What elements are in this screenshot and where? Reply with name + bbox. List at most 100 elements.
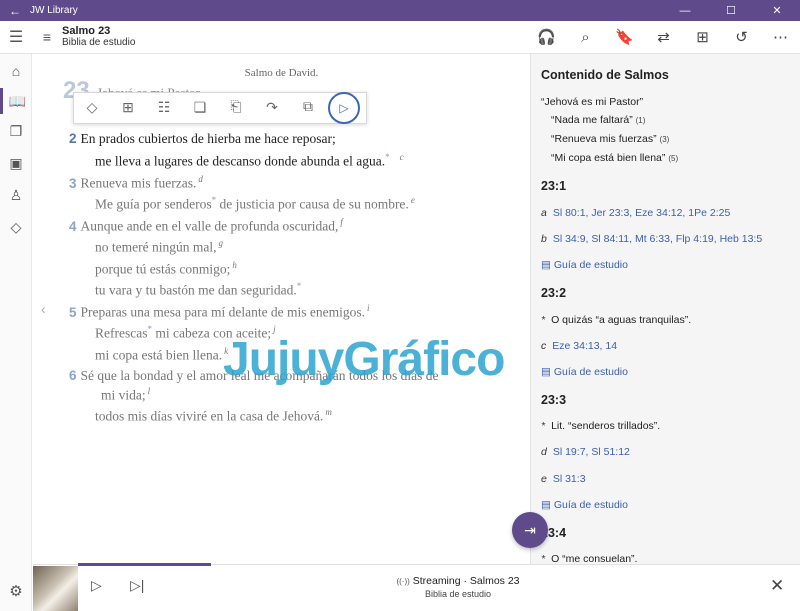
language-icon[interactable]: ⇄ [644,28,683,46]
home-icon[interactable]: ⌂ [0,58,32,84]
verse-3-line-2[interactable]: Me guía por senderos* de justicia por ca… [95,195,415,213]
add-note-icon[interactable]: ⊞ [110,100,146,117]
add-note-icon[interactable]: ⊞ [683,28,722,46]
bible-icon[interactable]: 📖 [0,88,32,114]
bookmark-icon[interactable]: 🔖 [605,28,644,46]
previous-chapter-arrow-icon[interactable]: ‹ [41,301,46,317]
study-guide-label: Guía de estudio [553,499,628,511]
now-playing-label: Streaming · Salmos 23 [412,575,520,587]
bible-reader: Salmo de David. 23 Jehová es mi Pastor. … [33,54,530,564]
verse-4-line-4[interactable]: tu vara y tu bastón me dan seguridad.* [95,281,301,299]
maximize-button[interactable]: ☐ [708,4,754,17]
toc-verse-ref: (5) [668,154,679,163]
verse-3-line-1[interactable]: 3 Renueva mis fuerzas. d [69,174,203,192]
search-icon[interactable]: ⌕ [566,29,605,46]
verse-2-line-2[interactable]: me lleva a lugares de descanso donde abu… [95,152,404,170]
verse-text: tu vara y tu bastón me dan seguridad. [95,282,297,298]
footnote-marker[interactable]: m [325,407,332,417]
verse-5-line-1[interactable]: 5 Preparas una mesa para mí delante de mi… [69,303,370,321]
study-guide-link[interactable]: ▤ Guía de estudio [541,499,628,511]
research-icon[interactable]: ❏ [182,100,218,117]
reference-links[interactable]: Eze 34:13, 14 [552,340,617,352]
footnote-marker[interactable]: l [148,386,151,396]
highlight-diamond-icon[interactable]: ◇ [74,100,110,117]
verse-text: no temeré ningún mal, [95,239,217,255]
play-button[interactable]: ▷ [91,577,102,594]
media-icon[interactable]: ▣ [0,150,32,176]
study-side-panel: Contenido de Salmos “Jehová es mi Pastor… [530,54,800,564]
more-options-icon[interactable]: ⋯ [761,28,800,46]
footnote-marker[interactable]: d [198,174,203,184]
verse-2-line-1[interactable]: 2 En prados cubiertos de hierba me hace r… [69,131,336,147]
verse-text: Preparas una mesa para mí delante de mis… [80,304,366,320]
compare-icon[interactable]: ☷ [146,100,182,117]
study-guide-icon: ▤ [541,259,551,271]
reference-links[interactable]: Sl 19:7, Sl 51:12 [553,446,630,458]
toc-item[interactable]: “Jehová es mi Pastor” [541,96,643,108]
verse-number: 5 [69,304,77,320]
verse-5-line-3[interactable]: mi copa está bien llena. k [95,346,228,364]
footnote-marker[interactable]: f [340,217,343,227]
toc-item[interactable]: “Mi copa está bien llena” (5) [551,152,678,164]
footnote-marker[interactable]: g [218,238,223,248]
play-icon[interactable]: ▷ [328,92,360,124]
collapse-panel-button[interactable]: ⇥ [512,512,548,548]
copy-icon[interactable]: ⧉ [290,100,326,116]
verse-number: 6 [69,368,77,383]
back-arrow-icon[interactable]: ← [0,4,30,18]
toc-verse-ref: (1) [635,116,646,125]
hamburger-menu-icon[interactable]: ☰ [0,27,32,47]
publications-icon[interactable]: ❐ [0,118,32,144]
personal-study-icon[interactable]: ◇ [0,214,32,240]
study-guide-label: Guía de estudio [553,259,628,271]
asterisk-marker: * [541,420,546,432]
reference-links[interactable]: Sl 80:1, Jer 23:3, Eze 34:12, 1Pe 2:25 [553,207,730,219]
verse-6-line-2[interactable]: mi vida; l [101,386,150,404]
page-title: Salmo 23 [62,25,111,37]
cross-reference-d[interactable]: d Sl 19:7, Sl 51:12 [541,446,630,458]
page-subtitle: Biblia de estudio [62,37,136,48]
footnote-note: * O quizás “a aguas tranquilas”. [541,314,691,326]
reference-links[interactable]: Sl 31:3 [553,473,586,485]
close-window-button[interactable]: ✕ [754,4,800,17]
study-guide-link[interactable]: ▤ Guía de estudio [541,259,628,271]
footnote-marker[interactable]: c [400,152,404,162]
footnote-note: * O “me consuelan”. [541,553,637,564]
verse-6-line-3[interactable]: todos mis días viviré en la casa de Jeho… [95,407,332,425]
next-track-button[interactable]: ▷| [130,577,144,594]
playback-progress[interactable] [78,563,211,566]
cross-reference-c[interactable]: c Eze 34:13, 14 [541,340,617,352]
reference-links[interactable]: Sl 34:9, Sl 84:11, Mt 6:33, Flp 4:19, He… [553,233,762,245]
asterisk-marker[interactable]: * [385,152,390,162]
cross-reference-e[interactable]: e Sl 31:3 [541,473,586,485]
history-icon[interactable]: ↺ [722,28,761,46]
verse-4-line-3[interactable]: porque tú estás conmigo; h [95,260,237,278]
headphones-icon[interactable]: 🎧 [527,28,566,46]
toc-item[interactable]: “Renueva mis fuerzas” (3) [551,133,669,145]
settings-gear-icon[interactable]: ⚙ [0,582,32,600]
app-name: JW Library [30,5,78,16]
meetings-icon[interactable]: ♙ [0,182,32,208]
note-text: O “me consuelan”. [551,553,638,564]
verse-number: 4 [69,218,77,234]
chapter-list-icon[interactable]: ≡ [32,29,62,45]
footnote-marker[interactable]: e [411,195,415,205]
study-guide-icon: ▤ [541,366,551,378]
asterisk-marker[interactable]: * [297,281,302,291]
cross-reference-a[interactable]: a Sl 80:1, Jer 23:3, Eze 34:12, 1Pe 2:25 [541,207,730,219]
verse-4-line-2[interactable]: no temeré ningún mal, g [95,238,223,256]
section-heading-23-3: 23:3 [541,393,567,407]
footnote-marker[interactable]: h [232,260,237,270]
superscription: Salmo de David. [244,67,319,79]
close-player-icon[interactable]: ✕ [770,576,784,596]
footnote-marker[interactable]: i [367,303,370,313]
bookmark-icon[interactable]: ⎗ [218,100,254,116]
note-text: O quizás “a aguas tranquilas”. [551,314,692,326]
share-icon[interactable]: ↷ [254,100,290,117]
toc-item[interactable]: “Nada me faltará” (1) [551,114,645,126]
cross-reference-b[interactable]: b Sl 34:9, Sl 84:11, Mt 6:33, Flp 4:19, H… [541,233,762,245]
study-guide-link[interactable]: ▤ Guía de estudio [541,366,628,378]
now-playing-info: ((·)) Streaming · Salmos 23 Biblia de es… [363,575,553,601]
minimize-button[interactable]: — [662,5,708,17]
verse-4-line-1[interactable]: 4 Aunque ande en el valle de profunda osc… [69,217,343,235]
